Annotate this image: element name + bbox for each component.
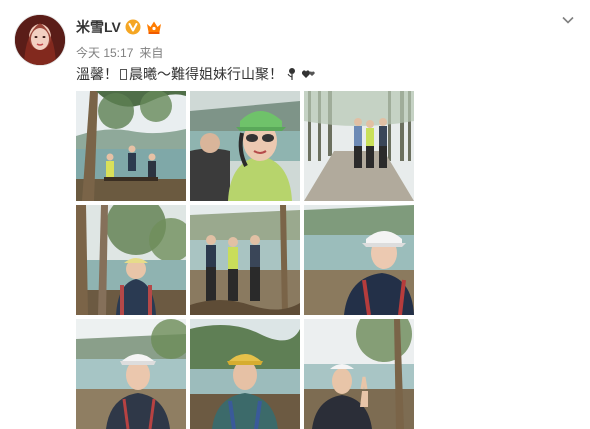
photo-6[interactable] <box>304 205 414 315</box>
photo-3[interactable] <box>304 91 414 201</box>
username[interactable]: 米雪LV <box>76 17 121 37</box>
post-meta: 今天 15:17 来自 <box>76 44 163 61</box>
photo-grid <box>76 91 414 429</box>
vip-crown-icon[interactable] <box>145 19 163 35</box>
photo-2[interactable] <box>190 91 300 201</box>
avatar[interactable] <box>14 14 66 66</box>
weibo-post-card: 米雪LV 今天 15:17 来自 溫馨！ 晨曦～難得姐妹行山聚！ <box>0 0 590 429</box>
post-text-part-2: 晨曦～難得姐妹行山聚！ <box>129 66 283 82</box>
post-source: 来自 <box>139 46 164 60</box>
photo-9[interactable] <box>304 319 414 429</box>
verified-v-icon[interactable] <box>125 19 141 35</box>
photo-8[interactable] <box>190 319 300 429</box>
chevron-down-icon[interactable] <box>560 12 576 28</box>
post-text: 溫馨！ 晨曦～難得姐妹行山聚！ <box>76 64 315 84</box>
hearts-icon <box>301 67 315 81</box>
photo-5[interactable] <box>190 205 300 315</box>
photo-1[interactable] <box>76 91 186 201</box>
photo-7[interactable] <box>76 319 186 429</box>
post-time[interactable]: 今天 15:17 <box>76 44 133 61</box>
post-text-part-1: 溫馨！ <box>76 66 118 82</box>
rose-icon <box>285 67 299 81</box>
name-row: 米雪LV <box>76 18 163 36</box>
photo-4[interactable] <box>76 205 186 315</box>
unsupported-char-box <box>120 68 127 80</box>
